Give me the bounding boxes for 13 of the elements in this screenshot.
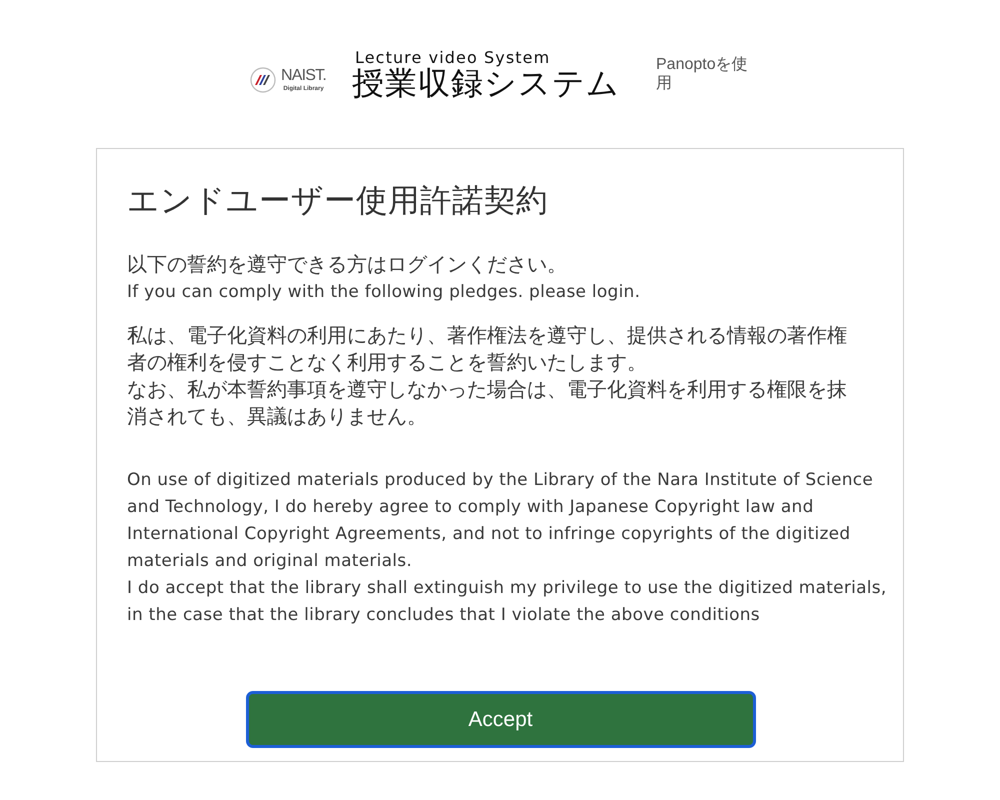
logo-name: NAIST. xyxy=(281,67,326,85)
pledge-paragraph: なお、私が本誓約事項を遵守しなかった場合は、電子化資料を利用する権限を抹消されても、異議はありません。 xyxy=(127,378,848,430)
intro-text: 以下の誓約を遵守できる方はログインください。 xyxy=(127,253,568,278)
intro-text: If you can comply with the following pledges. please login. xyxy=(127,281,642,303)
agreement-title: エンドユーザー使用許諾契約 xyxy=(127,181,549,220)
pledge-paragraph: 私は、電子化資料の利用にあたり、著作権法を遵守し、提供される情報の著作権者の権利を侵すことなく利用することを誓約いたします。 xyxy=(127,324,848,376)
pledge-paragraph: On use of digitized materials produced by the Library of the Nara Institute of Science and Technology, I do hereby agree to comply with Japanese Copyright law and International Copyright Agreements, and not to infringe copyrights of the digitized materials and original materials. xyxy=(127,469,874,573)
powered-by-text: Panoptoを使用 xyxy=(656,55,749,93)
emblem-icon xyxy=(250,67,276,93)
pledge-paragraph: I do accept that the library shall extinguish my privilege to use the digitized materials, in the case that the library concludes that I violate the above conditions xyxy=(127,577,887,627)
accept-button[interactable]: Accept xyxy=(246,691,756,748)
system-tagline: Lecture video System xyxy=(355,50,552,65)
system-title: 授業収録システム xyxy=(352,65,620,101)
